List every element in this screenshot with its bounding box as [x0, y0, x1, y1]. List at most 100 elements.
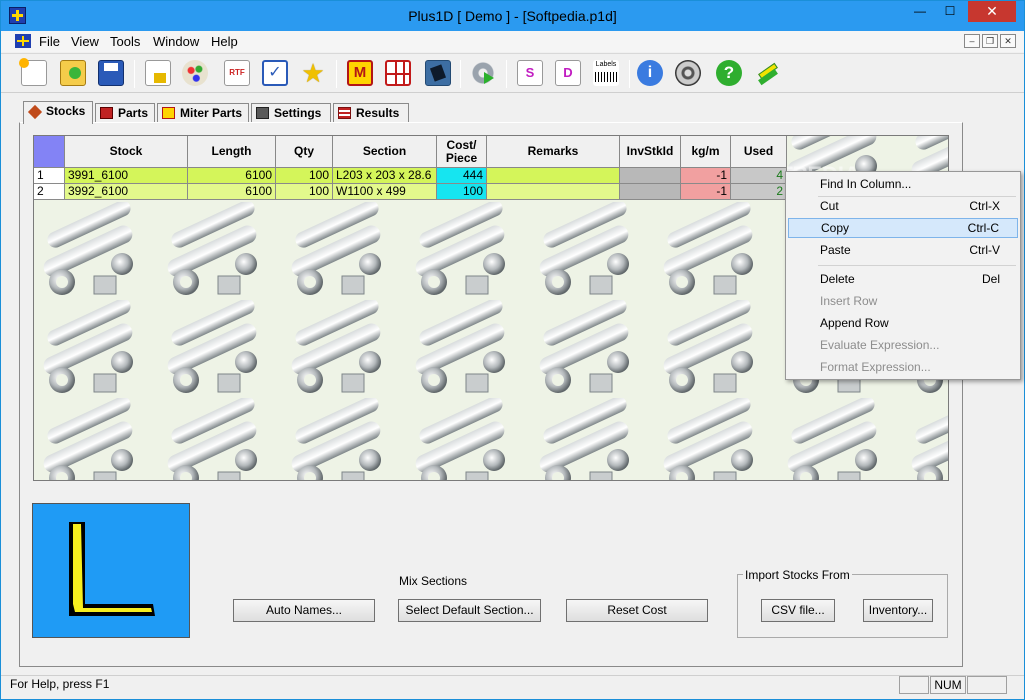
tab-miter-parts[interactable]: Miter Parts — [157, 103, 249, 123]
fill-button[interactable] — [422, 57, 454, 89]
stocks-tab-icon — [27, 104, 43, 120]
minimize-button[interactable]: — — [905, 1, 935, 22]
cell-used[interactable]: 2 — [731, 184, 787, 200]
grid-corner-header[interactable] — [34, 136, 65, 168]
cell-invstkid[interactable] — [620, 184, 681, 200]
help-button[interactable]: ? — [713, 57, 745, 89]
ctx-copy[interactable]: Copy Ctrl-C — [788, 218, 1018, 238]
ctx-paste[interactable]: Paste Ctrl-V — [788, 240, 1018, 260]
checklist-button[interactable]: ✓ — [259, 57, 291, 89]
open-button[interactable] — [57, 57, 89, 89]
col-header-length[interactable]: Length — [188, 136, 276, 168]
ctx-shortcut: Ctrl-V — [969, 243, 1000, 257]
layout-button[interactable] — [382, 57, 414, 89]
register-button[interactable] — [752, 57, 784, 89]
cell-qty[interactable]: 100 — [276, 184, 333, 200]
col-header-used[interactable]: Used — [731, 136, 787, 168]
cell-kgm[interactable]: -1 — [681, 184, 731, 200]
cell-stock[interactable]: 3992_6100 — [65, 184, 188, 200]
inventory-button[interactable]: Inventory... — [863, 599, 933, 622]
miter-parts-tab-icon — [162, 107, 175, 119]
ctx-item-label: Format Expression... — [820, 360, 931, 374]
favorite-button[interactable]: ★ — [297, 57, 329, 89]
save-button[interactable] — [95, 57, 127, 89]
tab-stocks-label: Stocks — [46, 104, 86, 118]
ctx-cut[interactable]: Cut Ctrl-X — [788, 196, 1018, 216]
row-index[interactable]: 1 — [34, 168, 65, 184]
miter-m-icon: M — [347, 60, 373, 86]
tab-settings-label: Settings — [274, 106, 322, 120]
document-system-menu-icon[interactable] — [15, 34, 31, 48]
maximize-button[interactable]: ☐ — [935, 1, 965, 22]
tab-results-label: Results — [356, 106, 400, 120]
col-header-invstkid[interactable]: InvStkId — [620, 136, 681, 168]
cell-remarks[interactable] — [487, 184, 620, 200]
cell-section[interactable]: L203 x 203 x 28.6 — [333, 168, 437, 184]
menu-file[interactable]: File — [39, 34, 60, 49]
csv-file-button[interactable]: CSV file... — [761, 599, 835, 622]
tab-stocks[interactable]: Stocks — [23, 101, 93, 124]
settings-tab-icon — [256, 107, 269, 119]
cell-used[interactable]: 4 — [731, 168, 787, 184]
cell-kgm[interactable]: -1 — [681, 168, 731, 184]
tab-parts[interactable]: Parts — [95, 103, 155, 123]
mdi-minimize-button[interactable]: – — [964, 34, 980, 48]
open-folder-icon — [60, 60, 86, 86]
info-button[interactable]: i — [634, 57, 666, 89]
auto-names-button[interactable]: Auto Names... — [233, 599, 375, 622]
cell-qty[interactable]: 100 — [276, 168, 333, 184]
title-bar[interactable]: Plus1D [ Demo ] - [Softpedia.p1d] — ☐ ✕ — [1, 1, 1024, 31]
col-header-remarks[interactable]: Remarks — [487, 136, 620, 168]
menu-view[interactable]: View — [71, 34, 99, 49]
cell-section[interactable]: W1100 x 499 — [333, 184, 437, 200]
cell-remarks[interactable] — [487, 168, 620, 184]
col-header-qty[interactable]: Qty — [276, 136, 333, 168]
gear-play-icon — [470, 60, 496, 86]
menu-help[interactable]: Help — [211, 34, 238, 49]
col-header-stock[interactable]: Stock — [65, 136, 188, 168]
tab-strip: Stocks Parts Miter Parts Settings Result… — [19, 101, 959, 124]
labels-button[interactable]: Labels — [590, 57, 622, 89]
cell-stock[interactable]: 3991_6100 — [65, 168, 188, 184]
miter-button[interactable]: M — [344, 57, 376, 89]
ctx-find-in-column[interactable]: Find In Column... — [788, 174, 1018, 194]
tab-parts-label: Parts — [118, 106, 149, 120]
menu-tools[interactable]: Tools — [110, 34, 140, 49]
add-document-button[interactable]: D — [552, 57, 584, 89]
mdi-restore-button[interactable]: ❐ — [982, 34, 998, 48]
select-default-section-button[interactable]: Select Default Section... — [398, 599, 541, 622]
menu-window[interactable]: Window — [153, 34, 199, 49]
tab-settings[interactable]: Settings — [251, 103, 331, 123]
ctx-insert-row: Insert Row — [788, 291, 1018, 311]
tutorial-button[interactable] — [672, 57, 704, 89]
ctx-item-label: Append Row — [820, 316, 889, 330]
star-icon: ★ — [301, 58, 325, 88]
help-icon: ? — [716, 60, 742, 86]
new-button[interactable] — [18, 57, 50, 89]
col-header-section[interactable]: Section — [333, 136, 437, 168]
cell-length[interactable]: 6100 — [188, 184, 276, 200]
cell-cost[interactable]: 444 — [437, 168, 487, 184]
cell-cost[interactable]: 100 — [437, 184, 487, 200]
stock-sheet-button[interactable]: S — [514, 57, 546, 89]
import-stocks-label: Import Stocks From — [743, 568, 852, 582]
rtf-export-button[interactable]: RTF — [221, 57, 253, 89]
tab-results[interactable]: Results — [333, 103, 409, 123]
angle-profile-shape — [69, 522, 155, 616]
col-header-kgm[interactable]: kg/m — [681, 136, 731, 168]
cell-length[interactable]: 6100 — [188, 168, 276, 184]
col-header-cost-piece[interactable]: Cost/ Piece — [437, 136, 487, 168]
ctx-append-row[interactable]: Append Row — [788, 313, 1018, 333]
close-button[interactable]: ✕ — [968, 1, 1016, 22]
toolbar: RTF ✓ ★ M S D Labels i ? — [1, 53, 1024, 93]
row-index[interactable]: 2 — [34, 184, 65, 200]
mdi-close-button[interactable]: ✕ — [1000, 34, 1016, 48]
palette-button[interactable] — [179, 57, 211, 89]
lock-button[interactable] — [142, 57, 174, 89]
ctx-delete[interactable]: Delete Del — [788, 269, 1018, 289]
optimize-button[interactable] — [467, 57, 499, 89]
ctx-item-label: Insert Row — [820, 294, 878, 308]
cell-invstkid[interactable] — [620, 168, 681, 184]
ctx-shortcut: Del — [981, 272, 1000, 286]
reset-cost-button[interactable]: Reset Cost — [566, 599, 708, 622]
